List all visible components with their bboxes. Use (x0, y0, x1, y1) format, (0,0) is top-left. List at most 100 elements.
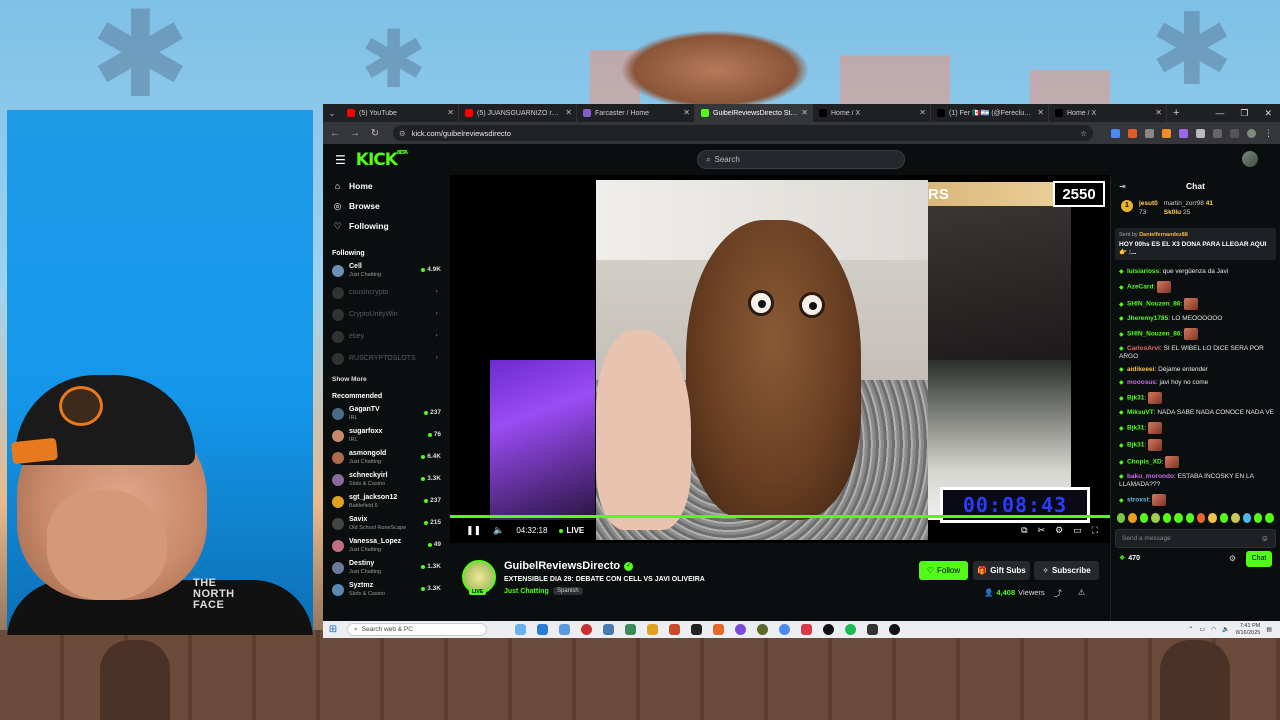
chrome-icon[interactable] (779, 624, 790, 635)
hamburger-menu-icon[interactable]: ☰ (335, 153, 346, 167)
close-tab-icon[interactable]: ✕ (565, 108, 572, 117)
puzzle-icon[interactable] (1196, 128, 1205, 138)
network-icon[interactable]: ▭ (1199, 626, 1205, 633)
category-link[interactable]: Just Chatting (504, 588, 549, 595)
extension-icon[interactable] (1111, 128, 1120, 138)
chat-username[interactable]: Bjk31 (1127, 425, 1144, 432)
chevron-up-icon[interactable]: ⌃ (1188, 626, 1193, 633)
new-tab-button[interactable]: + (1167, 107, 1185, 119)
settings-icon[interactable]: ⚙ (1055, 525, 1063, 536)
app-icon[interactable] (823, 624, 834, 635)
language-badge[interactable]: Spanish (553, 587, 583, 595)
gifter-3[interactable]: Sk0lu 25 (1164, 209, 1213, 216)
channel-item[interactable]: Destiny Just Chatting 1.3K (323, 557, 449, 579)
kick-logo[interactable]: KICKBETA (356, 150, 408, 170)
gifter-2[interactable]: martin_zorr98 41 (1164, 200, 1213, 207)
chat-username[interactable]: mooosus (1127, 379, 1156, 386)
emote-icon[interactable] (1219, 513, 1229, 523)
emote-icon[interactable] (1151, 513, 1160, 523)
subscribe-button[interactable]: ✧ Subscribe (1034, 561, 1099, 580)
chat-username[interactable]: Bjk31 (1127, 442, 1144, 449)
points-icon[interactable]: ❖ (1119, 554, 1125, 562)
channel-item[interactable]: Vanessa_Lopez Just Chatting 49 (323, 535, 449, 557)
follow-button[interactable]: ♡ Follow (919, 561, 968, 580)
app-icon[interactable] (691, 624, 702, 635)
chat-username[interactable]: baku_morondo (1127, 473, 1174, 480)
close-tab-icon[interactable]: ✕ (919, 108, 926, 117)
speaker-icon[interactable]: 🔈 (1222, 626, 1229, 633)
chat-input[interactable]: Send a message ☺ (1115, 529, 1276, 548)
site-info-icon[interactable]: ⚙ (399, 129, 406, 138)
emote-icon[interactable] (1265, 513, 1274, 523)
browser-tab[interactable]: GuibelReviewsDirecto Strea... ✕ (695, 104, 813, 122)
sidebar-icon[interactable] (1213, 128, 1222, 138)
channel-item[interactable]: sgt_jackson12 Battlefield 6 237 (323, 491, 449, 513)
collapse-chat-icon[interactable]: ⇥ (1119, 182, 1126, 191)
browser-tab[interactable]: Home / X ✕ (813, 104, 931, 122)
chat-username[interactable]: Chopis_XD (1127, 459, 1162, 466)
browser-tab[interactable]: Home / X ✕ (1049, 104, 1167, 122)
channel-item[interactable]: schneckyirl Slots & Casino 3.3K (323, 469, 449, 491)
emote-icon[interactable] (1185, 513, 1194, 523)
extension-icon[interactable] (1145, 128, 1154, 138)
tab-search-icon[interactable]: ⌄ (323, 104, 341, 122)
app-icon[interactable] (603, 624, 614, 635)
app-icon[interactable] (735, 624, 746, 635)
browser-tab[interactable]: (5) JUANSGUARNIZO reaccion... ✕ (459, 104, 577, 122)
browser-tab[interactable]: (1) Fer 🇲🇽🇦🇷 (@Fereclum) / X ✕ (931, 104, 1049, 122)
close-tab-icon[interactable]: ✕ (447, 108, 454, 117)
chat-username[interactable]: SHIN_Nouzen_86 (1127, 301, 1180, 308)
pinned-message[interactable]: Sent by Danielfernandez88 HOY 00hs ES EL… (1115, 228, 1276, 260)
browser-tab[interactable]: Farcaster / Home ✕ (577, 104, 695, 122)
app-icon[interactable] (669, 624, 680, 635)
channel-item[interactable]: cousincrypto ◐ (323, 282, 449, 304)
emote-icon[interactable] (1162, 513, 1172, 523)
extension-icon[interactable] (1179, 128, 1188, 138)
app-icon[interactable] (757, 624, 768, 635)
spotify-icon[interactable] (845, 624, 856, 635)
app-icon[interactable] (559, 624, 570, 635)
close-window-icon[interactable]: ✕ (1264, 108, 1272, 119)
edge-icon[interactable] (537, 624, 548, 635)
maximize-icon[interactable]: ❐ (1240, 108, 1248, 119)
chat-username[interactable]: stroxst (1127, 497, 1149, 504)
task-view-icon[interactable] (515, 624, 526, 635)
channel-item[interactable]: asmongold Just Chatting 6.4K (323, 447, 449, 469)
back-icon[interactable]: ← (329, 128, 341, 139)
emote-icon[interactable] (1117, 513, 1126, 523)
emote-icon[interactable] (1196, 513, 1206, 523)
obs-icon[interactable] (889, 624, 900, 635)
close-tab-icon[interactable]: ✕ (1155, 108, 1162, 117)
emote-icon[interactable] (1231, 513, 1240, 523)
gift-subs-button[interactable]: 🎁 Gift Subs (973, 561, 1030, 580)
clip-icon[interactable]: ✂ (1038, 525, 1046, 536)
pause-icon[interactable]: ❚❚ (466, 525, 481, 536)
app-icon[interactable] (801, 624, 812, 635)
app-icon[interactable] (867, 624, 878, 635)
fullscreen-icon[interactable]: ⛶ (1092, 525, 1098, 536)
streamer-name[interactable]: GuibelReviewsDirecto ✓ (504, 560, 634, 572)
browser-tab[interactable]: (5) YouTube ✕ (341, 104, 459, 122)
extension-icon[interactable] (1128, 128, 1137, 138)
warning-icon[interactable]: ⚠ (1078, 588, 1085, 597)
share-icon[interactable]: ⤴ (1054, 588, 1062, 599)
app-icon[interactable] (625, 624, 636, 635)
channel-item[interactable]: Cell Just Chatting 4.9K (323, 260, 449, 282)
emote-icon[interactable] (1208, 513, 1217, 523)
channel-item[interactable]: CryptoUnityWin ◐ (323, 304, 449, 326)
channel-item[interactable]: Syztmz Slots & Casino 3.3K (323, 579, 449, 601)
chat-username[interactable]: SHIN_Nouzen_86 (1127, 331, 1180, 338)
extension-icon[interactable] (1162, 128, 1171, 138)
pip-icon[interactable]: ⧉ (1021, 525, 1027, 536)
menu-kebab-icon[interactable]: ⋮ (1264, 128, 1273, 138)
channel-item[interactable]: ebey ◐ (323, 326, 449, 348)
chat-username[interactable]: CarlosArvi (1127, 345, 1160, 352)
close-tab-icon[interactable]: ✕ (801, 108, 808, 117)
emote-icon[interactable] (1139, 513, 1149, 523)
emote-icon[interactable] (1242, 513, 1252, 523)
search-input[interactable]: ⌕ Search (697, 150, 905, 169)
downloads-icon[interactable] (1230, 128, 1239, 138)
nav-item-browse[interactable]: ◎ Browse (323, 196, 449, 216)
url-field[interactable]: ⚙ kick.com/guibelreviewsdirecto ☆ (393, 125, 1093, 141)
send-chat-button[interactable]: Chat (1246, 551, 1272, 567)
